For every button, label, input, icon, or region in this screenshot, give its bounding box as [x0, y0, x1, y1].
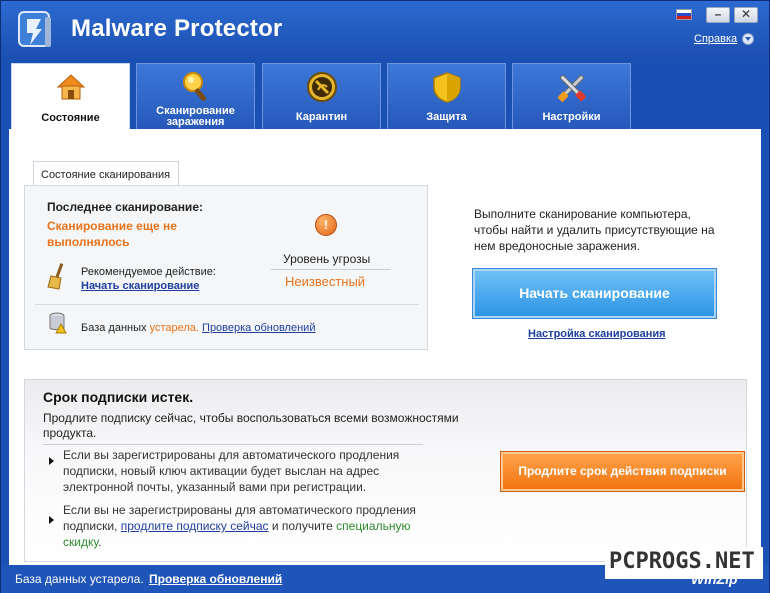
tab-settings[interactable]: Настройки	[512, 63, 631, 129]
check-updates-link[interactable]: Проверка обновлений	[202, 322, 315, 334]
shield-icon	[433, 72, 461, 103]
magnifier-icon	[183, 72, 206, 101]
chevron-down-icon[interactable]	[742, 33, 754, 45]
app-window: Malware Protector – ✕ Справка Состояние …	[0, 0, 770, 593]
app-logo-icon	[18, 11, 51, 47]
title-bar: Malware Protector – ✕ Справка	[1, 1, 769, 59]
tab-status[interactable]: Состояние	[11, 63, 130, 130]
app-title: Malware Protector	[71, 15, 283, 42]
subscription-bullet-1: Если вы зарегистрированы для автоматичес…	[63, 448, 400, 494]
status-bar-update-link[interactable]: Проверка обновлений	[149, 572, 282, 586]
renew-subscription-button[interactable]: Продлите срок действия подписки	[501, 452, 744, 491]
bullet-icon	[47, 515, 57, 525]
tab-label: Состояние	[41, 112, 100, 124]
home-icon	[56, 74, 86, 100]
database-warning-icon	[49, 312, 67, 334]
divider	[43, 444, 423, 445]
tab-quarantine[interactable]: Карантин	[262, 63, 381, 129]
scan-status-tab[interactable]: Состояние сканирования	[33, 161, 179, 185]
close-button[interactable]: ✕	[734, 7, 758, 23]
tab-label: Карантин	[295, 111, 348, 123]
broom-icon	[47, 263, 64, 290]
bullet-text: и получите	[268, 519, 337, 533]
status-panel: Состояние сканирования Последнее сканиро…	[9, 129, 761, 565]
tab-label: Сканирование заражения	[156, 105, 235, 128]
tab-protection[interactable]: Защита	[387, 63, 506, 129]
database-label: База данных	[81, 322, 147, 334]
database-status: База данных устарела. Проверка обновлени…	[81, 322, 315, 334]
threat-level-value: Неизвестный	[285, 274, 366, 289]
last-scan-title: Последнее сканирование:	[47, 200, 203, 214]
tools-icon	[557, 74, 586, 102]
subscription-title: Срок подписки истек.	[43, 389, 194, 405]
subscription-description: Продлите подписку сейчас, чтобы воспольз…	[43, 411, 459, 440]
watermark-brand: WinZip	[691, 571, 738, 587]
renew-now-link[interactable]: продлите подписку сейчас	[121, 519, 269, 533]
last-scan-value: Сканирование еще не выполнялось	[47, 219, 177, 249]
tab-label: Настройки	[542, 111, 601, 123]
subscription-panel: Срок подписки истек. Продлите подписку с…	[24, 379, 747, 562]
scan-description: Выполните сканирование компьютера, чтобы…	[474, 207, 715, 253]
database-status-value: устарела.	[149, 322, 199, 334]
start-scan-button[interactable]: Начать сканирование	[473, 269, 716, 318]
watermark: PCPROGS.NET	[605, 547, 763, 579]
bullet-text: .	[98, 535, 102, 549]
quarantine-icon	[307, 72, 337, 102]
threat-level-label: Уровень угрозы	[283, 252, 371, 266]
scan-status-box: Последнее сканирование: Сканирование еще…	[24, 185, 428, 350]
subscription-bullet-2: Если вы не зарегистрированы для автомати…	[63, 502, 433, 550]
recommended-action-label: Рекомендуемое действие:	[81, 266, 216, 278]
language-flag-icon[interactable]	[676, 9, 692, 20]
start-scan-link[interactable]: Начать сканирование	[81, 280, 199, 292]
minimize-button[interactable]: –	[706, 7, 730, 23]
divider	[35, 304, 419, 305]
scan-settings-link[interactable]: Настройка сканирования	[528, 328, 666, 340]
tab-scan[interactable]: Сканирование заражения	[136, 63, 255, 129]
help-link[interactable]: Справка	[694, 33, 737, 45]
tab-label: Защита	[426, 111, 467, 123]
bullet-icon	[47, 456, 57, 466]
warning-icon: !	[315, 214, 337, 236]
status-bar-text: База данных устарела.	[15, 572, 144, 586]
divider	[271, 269, 391, 270]
